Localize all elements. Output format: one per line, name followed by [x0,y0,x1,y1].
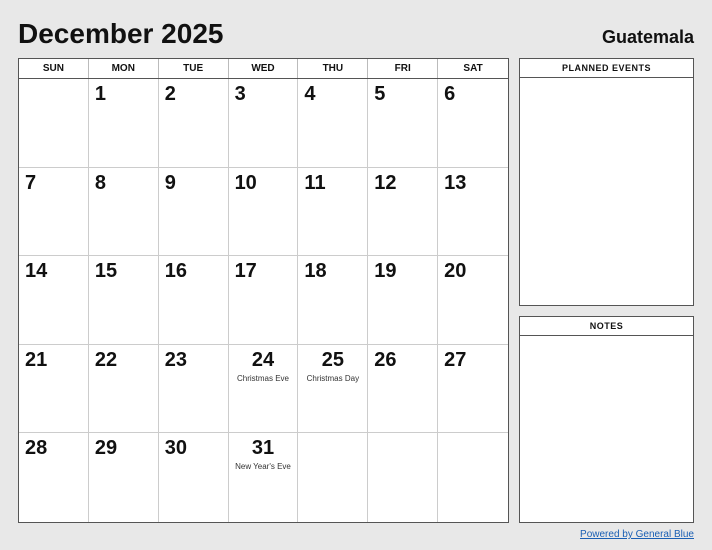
day-header: TUE [159,59,229,78]
cell-number: 17 [235,260,292,283]
day-headers-row: SUNMONTUEWEDTHUFRISAT [19,59,508,79]
calendar-cell: 16 [159,256,229,345]
cell-number: 19 [374,260,431,283]
footer: Powered by General Blue [18,529,694,540]
calendar-cell: 13 [438,168,508,257]
cell-number: 12 [374,172,431,195]
day-header: FRI [368,59,438,78]
cell-number: 21 [25,349,82,372]
calendar-cell: 14 [19,256,89,345]
cell-number: 9 [165,172,222,195]
country-title: Guatemala [602,27,694,48]
calendar-cell: 12 [368,168,438,257]
cell-number: 30 [165,437,222,460]
day-header: SUN [19,59,89,78]
month-title: December 2025 [18,18,223,50]
planned-events-label: PLANNED EVENTS [520,59,693,78]
calendar-cell: 23 [159,345,229,434]
cell-number: 15 [95,260,152,283]
cell-number: 24 [235,349,292,372]
planned-events-body [520,78,693,305]
cell-number: 11 [304,172,361,195]
calendar-cell: 20 [438,256,508,345]
notes-label: NOTES [520,317,693,336]
cell-number: 18 [304,260,361,283]
calendar-cell [368,433,438,522]
cell-event: Christmas Eve [235,374,292,384]
cell-number: 1 [95,83,152,106]
calendar-cell [438,433,508,522]
calendar-cell: 18 [298,256,368,345]
cell-number: 23 [165,349,222,372]
day-header: SAT [438,59,508,78]
cell-event: New Year's Eve [235,462,292,472]
calendar-cell: 5 [368,79,438,168]
calendar-cell: 8 [89,168,159,257]
cell-event: Christmas Day [304,374,361,384]
right-section: PLANNED EVENTS NOTES [519,58,694,523]
cell-number: 29 [95,437,152,460]
cell-number: 16 [165,260,222,283]
cell-number: 7 [25,172,82,195]
cell-number: 13 [444,172,502,195]
cell-number: 26 [374,349,431,372]
planned-events-box: PLANNED EVENTS [519,58,694,306]
day-header: MON [89,59,159,78]
cell-number: 31 [235,437,292,460]
cell-number: 8 [95,172,152,195]
calendar-cell: 31 New Year's Eve [229,433,299,522]
notes-body [520,336,693,522]
cell-number: 27 [444,349,502,372]
calendar-cell: 29 [89,433,159,522]
cell-number: 2 [165,83,222,106]
calendar-cell: 11 [298,168,368,257]
calendar-cell: 24 Christmas Eve [229,345,299,434]
calendar-cell: 10 [229,168,299,257]
page: December 2025 Guatemala SUNMONTUEWEDTHUF… [0,0,712,550]
calendar-cell: 3 [229,79,299,168]
calendar-cell: 7 [19,168,89,257]
calendar-cell: 19 [368,256,438,345]
cell-number: 10 [235,172,292,195]
calendar-cell: 21 [19,345,89,434]
calendar-cell: 2 [159,79,229,168]
cell-number: 28 [25,437,82,460]
calendar-cell: 28 [19,433,89,522]
calendar-cell: 27 [438,345,508,434]
calendar-cell: 6 [438,79,508,168]
cell-number: 5 [374,83,431,106]
calendar-cell: 17 [229,256,299,345]
cell-number: 25 [304,349,361,372]
calendar-grid: 123456789101112131415161718192021222324C… [19,79,508,522]
calendar-cell: 25 Christmas Day [298,345,368,434]
footer-link[interactable]: Powered by General Blue [580,529,694,540]
calendar-cell: 26 [368,345,438,434]
main-content: SUNMONTUEWEDTHUFRISAT 123456789101112131… [18,58,694,523]
cell-number: 22 [95,349,152,372]
calendar-cell: 22 [89,345,159,434]
calendar-cell: 4 [298,79,368,168]
calendar-section: SUNMONTUEWEDTHUFRISAT 123456789101112131… [18,58,509,523]
cell-number: 3 [235,83,292,106]
header: December 2025 Guatemala [18,18,694,50]
calendar-cell [298,433,368,522]
cell-number: 14 [25,260,82,283]
cell-number: 6 [444,83,502,106]
day-header: THU [298,59,368,78]
calendar-cell: 1 [89,79,159,168]
calendar-cell: 9 [159,168,229,257]
notes-box: NOTES [519,316,694,523]
calendar-cell: 30 [159,433,229,522]
calendar-cell: 15 [89,256,159,345]
calendar-cell [19,79,89,168]
day-header: WED [229,59,299,78]
cell-number: 20 [444,260,502,283]
cell-number: 4 [304,83,361,106]
